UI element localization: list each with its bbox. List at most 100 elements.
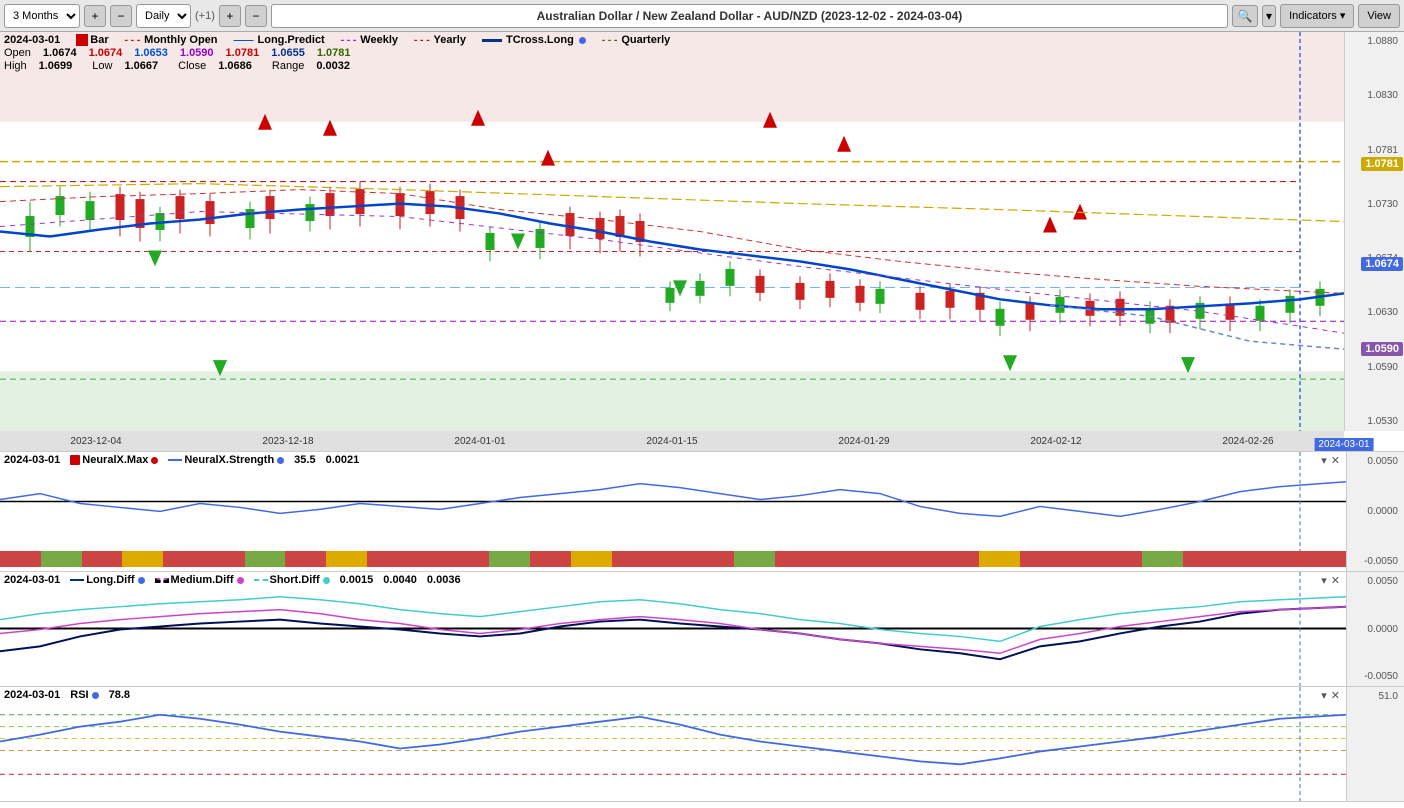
neural-panel: 2024-03-01 NeuralX.Max NeuralX.Strength … bbox=[0, 452, 1404, 572]
long-diff-value: 0.0015 bbox=[340, 574, 374, 586]
diff-chart-svg bbox=[0, 572, 1346, 686]
neural-color-segment bbox=[408, 551, 449, 567]
y-price-7: 1.0590 bbox=[1347, 362, 1402, 373]
neural-strength-value: 0.0021 bbox=[326, 454, 360, 466]
short-diff-indicator: Short.Diff bbox=[254, 574, 330, 586]
neural-color-segment bbox=[285, 551, 326, 567]
neural-color-segment bbox=[1223, 551, 1264, 567]
zoom-out-button[interactable]: − bbox=[245, 5, 267, 27]
period-add-button[interactable]: + bbox=[84, 5, 106, 27]
date-label-2: 2023-12-18 bbox=[262, 436, 313, 447]
rsi-close-button[interactable]: ✕ bbox=[1331, 689, 1340, 702]
main-chart-svg bbox=[0, 32, 1344, 431]
medium-diff-indicator: Medium.Diff bbox=[155, 574, 244, 586]
y-price-8: 1.0530 bbox=[1347, 416, 1402, 427]
neural-color-segment bbox=[489, 551, 530, 567]
neural-color-segment bbox=[41, 551, 82, 567]
primary-chart: 2024-03-01 Bar - - - Monthly Open —— Lon… bbox=[0, 32, 1404, 452]
neural-color-strip bbox=[0, 551, 1346, 567]
rsi-panel: 2024-03-01 RSI 78.8 ▾ ✕ 51.0 bbox=[0, 687, 1404, 802]
diff-close-button[interactable]: ✕ bbox=[1331, 574, 1340, 587]
neural-color-segment bbox=[938, 551, 979, 567]
y-price-3: 1.0781 bbox=[1347, 145, 1402, 156]
timeframe-select[interactable]: Daily bbox=[136, 4, 191, 28]
neural-chart-svg bbox=[0, 452, 1346, 551]
search-dropdown-button[interactable]: ▾ bbox=[1262, 5, 1276, 27]
rsi-y-1: 51.0 bbox=[1349, 691, 1402, 702]
neural-color-segment bbox=[326, 551, 367, 567]
neural-y-axis: 0.0050 0.0000 -0.0050 bbox=[1346, 452, 1404, 571]
rsi-y-axis: 51.0 bbox=[1346, 687, 1404, 801]
neural-color-segment bbox=[245, 551, 286, 567]
y-price-6: 1.0630 bbox=[1347, 307, 1402, 318]
neural-color-segment bbox=[0, 551, 41, 567]
date-label-1: 2023-12-04 bbox=[70, 436, 121, 447]
neural-max-indicator: NeuralX.Max bbox=[70, 454, 158, 466]
neural-collapse-button[interactable]: ▾ bbox=[1321, 454, 1327, 467]
diff-y-axis: 0.0050 0.0000 -0.0050 bbox=[1346, 572, 1404, 686]
neural-panel-header: 2024-03-01 NeuralX.Max NeuralX.Strength … bbox=[4, 454, 359, 466]
neural-strength-indicator: NeuralX.Strength bbox=[168, 454, 284, 466]
price-badge-quarterly: 1.0781 bbox=[1361, 157, 1403, 171]
y-price-2: 1.0830 bbox=[1347, 90, 1402, 101]
y-price-1: 1.0880 bbox=[1347, 36, 1402, 47]
y-axis-right: 1.0880 1.0830 1.0781 1.0730 1.0674 1.063… bbox=[1344, 32, 1404, 431]
neural-color-segment bbox=[1183, 551, 1224, 567]
current-date-badge: 2024-03-01 bbox=[1314, 438, 1373, 451]
rsi-indicator: RSI bbox=[70, 689, 98, 701]
neural-color-segment bbox=[530, 551, 571, 567]
neural-color-segment bbox=[122, 551, 163, 567]
neural-color-segment bbox=[1142, 551, 1183, 567]
indicators-button[interactable]: Indicators ▾ bbox=[1280, 4, 1354, 28]
neural-color-segment bbox=[1305, 551, 1346, 567]
neural-color-segment bbox=[571, 551, 612, 567]
neural-color-segment bbox=[775, 551, 816, 567]
neural-color-segment bbox=[653, 551, 694, 567]
date-label-4: 2024-01-15 bbox=[646, 436, 697, 447]
short-diff-value: 0.0036 bbox=[427, 574, 461, 586]
neural-panel-controls: ▾ ✕ bbox=[1321, 454, 1340, 467]
rsi-panel-header: 2024-03-01 RSI 78.8 bbox=[4, 689, 130, 701]
search-button[interactable]: 🔍 bbox=[1232, 5, 1258, 27]
neural-color-segment bbox=[897, 551, 938, 567]
period-subtract-button[interactable]: − bbox=[110, 5, 132, 27]
diff-panel: 2024-03-01 Long.Diff Medium.Diff Short.D… bbox=[0, 572, 1404, 687]
rsi-date: 2024-03-01 bbox=[4, 689, 60, 701]
diff-y-3: -0.0050 bbox=[1349, 671, 1402, 682]
date-axis: 2023-12-04 2023-12-18 2024-01-01 2024-01… bbox=[0, 431, 1344, 451]
neural-close-button[interactable]: ✕ bbox=[1331, 454, 1340, 467]
rsi-value: 78.8 bbox=[109, 689, 130, 701]
diff-y-2: 0.0000 bbox=[1349, 624, 1402, 635]
neural-date: 2024-03-01 bbox=[4, 454, 60, 466]
diff-collapse-button[interactable]: ▾ bbox=[1321, 574, 1327, 587]
neural-color-segment bbox=[204, 551, 245, 567]
date-label-3: 2024-01-01 bbox=[454, 436, 505, 447]
date-label-5: 2024-01-29 bbox=[838, 436, 889, 447]
price-badge-current: 1.0674 bbox=[1361, 257, 1403, 271]
medium-diff-value: 0.0040 bbox=[383, 574, 417, 586]
adjustment-label: (+1) bbox=[195, 10, 215, 22]
neural-color-segment bbox=[82, 551, 123, 567]
neural-color-segment bbox=[693, 551, 734, 567]
neural-color-segment bbox=[449, 551, 490, 567]
date-label-7: 2024-02-26 bbox=[1222, 436, 1273, 447]
long-diff-indicator: Long.Diff bbox=[70, 574, 144, 586]
view-button[interactable]: View bbox=[1358, 4, 1400, 28]
rsi-collapse-button[interactable]: ▾ bbox=[1321, 689, 1327, 702]
diff-date: 2024-03-01 bbox=[4, 574, 60, 586]
neural-color-segment bbox=[1101, 551, 1142, 567]
toolbar: 3 Months + − Daily (+1) + − Australian D… bbox=[0, 0, 1404, 32]
neural-color-segment bbox=[612, 551, 653, 567]
neural-color-segment bbox=[979, 551, 1020, 567]
neural-color-segment bbox=[1060, 551, 1101, 567]
neural-color-segment bbox=[163, 551, 204, 567]
diff-y-1: 0.0050 bbox=[1349, 576, 1402, 587]
zoom-in-button[interactable]: + bbox=[219, 5, 241, 27]
rsi-panel-controls: ▾ ✕ bbox=[1321, 689, 1340, 702]
neural-max-value: 35.5 bbox=[294, 454, 315, 466]
period-select[interactable]: 3 Months bbox=[4, 4, 80, 28]
price-badge-weekly: 1.0590 bbox=[1361, 342, 1403, 356]
neural-color-segment bbox=[734, 551, 775, 567]
chart-container: 2024-03-01 Bar - - - Monthly Open —— Lon… bbox=[0, 32, 1404, 808]
y-price-4: 1.0730 bbox=[1347, 199, 1402, 210]
